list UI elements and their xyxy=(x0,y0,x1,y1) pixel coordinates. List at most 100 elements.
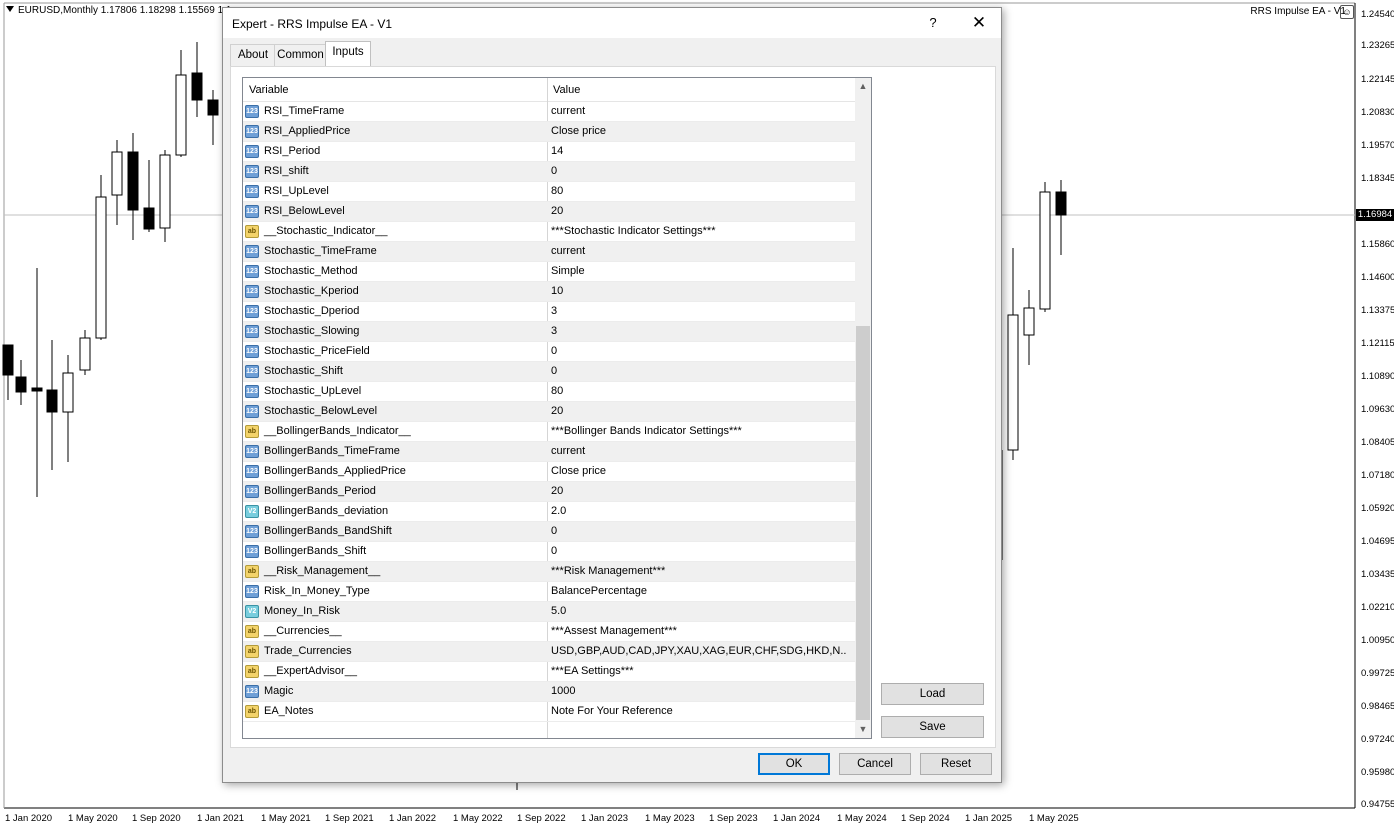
variable-value[interactable]: Close price xyxy=(551,125,847,137)
variable-value[interactable]: 80 xyxy=(551,185,847,197)
input-row[interactable]: V2 Money_In_Risk 5.0 xyxy=(243,602,855,622)
variable-value[interactable]: ***Risk Management*** xyxy=(551,565,847,577)
variable-value[interactable]: current xyxy=(551,105,847,117)
price-tick-label: 1.04695 xyxy=(1361,536,1394,547)
variable-value[interactable]: ***Stochastic Indicator Settings*** xyxy=(551,225,847,237)
column-header-value[interactable]: Value xyxy=(553,84,580,96)
variable-value[interactable]: current xyxy=(551,445,847,457)
column-header-variable[interactable]: Variable xyxy=(249,84,289,96)
input-row[interactable]: 123 BollingerBands_Shift 0 xyxy=(243,542,855,562)
param-type-num-icon: 123 xyxy=(245,545,259,558)
price-tick-label: 0.97240 xyxy=(1361,734,1394,745)
variable-value[interactable]: 0 xyxy=(551,365,847,377)
input-row[interactable]: 123 RSI_BelowLevel 20 xyxy=(243,202,855,222)
input-row[interactable]: ab EA_Notes Note For Your Reference xyxy=(243,702,855,722)
ok-button[interactable]: OK xyxy=(758,753,830,775)
variable-value[interactable]: 3 xyxy=(551,325,847,337)
variable-value[interactable]: ***EA Settings*** xyxy=(551,665,847,677)
input-row[interactable]: ab __Currencies__ ***Assest Management*** xyxy=(243,622,855,642)
variable-name: Stochastic_BelowLevel xyxy=(264,405,378,417)
variable-value[interactable]: 80 xyxy=(551,385,847,397)
save-button[interactable]: Save xyxy=(881,716,984,738)
variable-name: __Currencies__ xyxy=(264,625,342,637)
input-row[interactable]: 123 RSI_AppliedPrice Close price xyxy=(243,122,855,142)
input-row[interactable]: 123 Stochastic_Dperiod 3 xyxy=(243,302,855,322)
input-row[interactable]: 123 Stochastic_BelowLevel 20 xyxy=(243,402,855,422)
input-row[interactable]: 123 BollingerBands_AppliedPrice Close pric… xyxy=(243,462,855,482)
collapse-triangle-icon[interactable] xyxy=(6,6,14,12)
cancel-button[interactable]: Cancel xyxy=(839,753,911,775)
input-row[interactable]: ab Trade_Currencies USD,GBP,AUD,CAD,JPY,XA… xyxy=(243,642,855,662)
variable-value[interactable]: 1000 xyxy=(551,685,847,697)
input-row[interactable]: 123 RSI_Period 14 xyxy=(243,142,855,162)
help-button[interactable]: ? xyxy=(923,13,943,33)
input-row[interactable]: 123 Magic 1000 xyxy=(243,682,855,702)
input-row[interactable]: 123 RSI_shift 0 xyxy=(243,162,855,182)
input-row[interactable]: 123 RSI_UpLevel 80 xyxy=(243,182,855,202)
variable-value[interactable]: 0 xyxy=(551,345,847,357)
input-row[interactable]: 123 BollingerBands_BandShift 0 xyxy=(243,522,855,542)
vertical-scrollbar[interactable]: ▲ ▼ xyxy=(855,78,871,738)
input-row[interactable]: 123 Stochastic_Slowing 3 xyxy=(243,322,855,342)
dialog-title: Expert - RRS Impulse EA - V1 xyxy=(232,17,393,31)
input-row[interactable]: ab __ExpertAdvisor__ ***EA Settings*** xyxy=(243,662,855,682)
variable-value[interactable]: Simple xyxy=(551,265,847,277)
tab-about[interactable]: About xyxy=(230,44,276,66)
input-row[interactable]: 123 Stochastic_Kperiod 10 xyxy=(243,282,855,302)
scroll-down-arrow-icon[interactable]: ▼ xyxy=(855,721,871,738)
variable-value[interactable]: 0 xyxy=(551,165,847,177)
candle-body xyxy=(62,372,74,413)
variable-value[interactable]: 20 xyxy=(551,405,847,417)
input-row[interactable]: 123 Stochastic_Shift 0 xyxy=(243,362,855,382)
input-row[interactable]: ab __Stochastic_Indicator__ ***Stochastic … xyxy=(243,222,855,242)
variable-value[interactable]: 5.0 xyxy=(551,605,847,617)
variable-value[interactable]: Close price xyxy=(551,465,847,477)
input-row[interactable]: V2 BollingerBands_deviation 2.0 xyxy=(243,502,855,522)
tab-inputs[interactable]: Inputs xyxy=(325,41,371,67)
input-row[interactable]: ab __Risk_Management__ ***Risk Management*… xyxy=(243,562,855,582)
scroll-up-arrow-icon[interactable]: ▲ xyxy=(855,78,871,95)
input-row[interactable]: 123 RSI_TimeFrame current xyxy=(243,102,855,122)
close-button[interactable]: ✕ xyxy=(967,12,991,34)
variable-name: Risk_In_Money_Type xyxy=(264,585,370,597)
input-row[interactable]: 123 Stochastic_Method Simple xyxy=(243,262,855,282)
date-tick-label: 1 Jan 2025 xyxy=(965,813,1013,824)
variable-value[interactable]: ***Assest Management*** xyxy=(551,625,847,637)
candle-body xyxy=(207,99,219,116)
input-row[interactable]: 123 BollingerBands_TimeFrame current xyxy=(243,442,855,462)
ea-name-label: RRS Impulse EA - V1 xyxy=(1250,6,1346,17)
variable-value[interactable]: 20 xyxy=(551,485,847,497)
tab-common[interactable]: Common xyxy=(274,44,327,66)
input-row[interactable]: 123 Stochastic_UpLevel 80 xyxy=(243,382,855,402)
input-row[interactable]: 123 Stochastic_TimeFrame current xyxy=(243,242,855,262)
date-tick-label: 1 Sep 2024 xyxy=(901,813,950,824)
scrollbar-thumb[interactable] xyxy=(856,326,870,720)
variable-value[interactable]: 10 xyxy=(551,285,847,297)
variable-value[interactable]: 2.0 xyxy=(551,505,847,517)
variable-value[interactable]: Note For Your Reference xyxy=(551,705,847,717)
param-type-dbl-icon: V2 xyxy=(245,505,259,518)
variable-name: Trade_Currencies xyxy=(264,645,352,657)
load-button[interactable]: Load xyxy=(881,683,984,705)
input-row[interactable]: 123 BollingerBands_Period 20 xyxy=(243,482,855,502)
variable-value[interactable]: current xyxy=(551,245,847,257)
variable-value[interactable]: USD,GBP,AUD,CAD,JPY,XAU,XAG,EUR,CHF,SDG,… xyxy=(551,645,847,657)
variable-value[interactable]: 20 xyxy=(551,205,847,217)
price-tick-label: 1.22145 xyxy=(1361,74,1394,85)
variable-value[interactable]: 0 xyxy=(551,545,847,557)
param-type-str-icon: ab xyxy=(245,565,259,578)
variable-value[interactable]: 0 xyxy=(551,525,847,537)
param-type-num-icon: 123 xyxy=(245,145,259,158)
variable-value[interactable]: ***Bollinger Bands Indicator Settings*** xyxy=(551,425,847,437)
input-row[interactable]: 123 Risk_In_Money_Type BalancePercentage xyxy=(243,582,855,602)
param-type-num-icon: 123 xyxy=(245,305,259,318)
reset-button[interactable]: Reset xyxy=(920,753,992,775)
input-row[interactable]: 123 Stochastic_PriceField 0 xyxy=(243,342,855,362)
variable-value[interactable]: 3 xyxy=(551,305,847,317)
price-tick-label: 1.02210 xyxy=(1361,602,1394,613)
variable-value[interactable]: BalancePercentage xyxy=(551,585,847,597)
smiley-icon[interactable]: ☺ xyxy=(1340,5,1354,19)
dialog-titlebar[interactable]: Expert - RRS Impulse EA - V1 ? ✕ xyxy=(223,8,1001,38)
input-row[interactable]: ab __BollingerBands_Indicator__ ***Bolling… xyxy=(243,422,855,442)
variable-value[interactable]: 14 xyxy=(551,145,847,157)
